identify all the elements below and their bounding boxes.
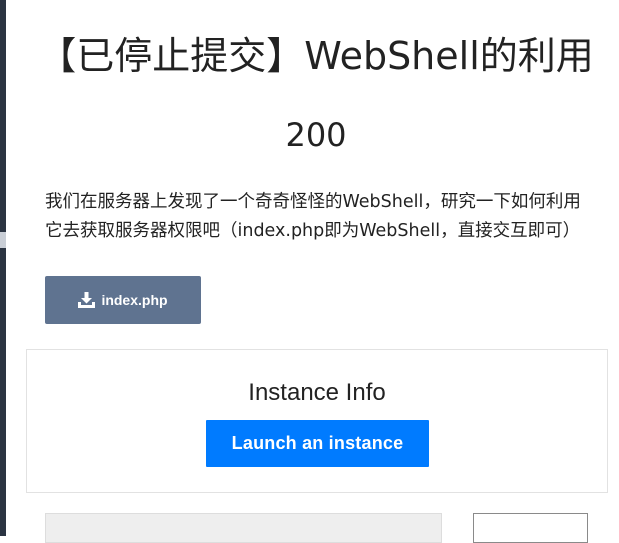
submit-button[interactable] [473, 513, 588, 543]
window-left-edge-marker [0, 232, 6, 248]
launch-instance-button[interactable]: Launch an instance [206, 420, 429, 467]
flag-input[interactable] [45, 513, 442, 543]
download-icon [78, 292, 96, 308]
challenge-title: 【已停止提交】WebShell的利用 [38, 34, 594, 79]
download-file-label: index.php [101, 292, 168, 308]
instance-info-panel: Instance Info Launch an instance [26, 349, 608, 493]
window-left-edge [0, 0, 6, 536]
challenge-description: 我们在服务器上发现了一个奇奇怪怪的WebShell，研究一下如何利用它去获取服务… [45, 191, 581, 241]
download-file-button[interactable]: index.php [45, 276, 201, 324]
challenge-points: 200 [285, 116, 347, 154]
instance-info-heading: Instance Info [248, 379, 386, 406]
